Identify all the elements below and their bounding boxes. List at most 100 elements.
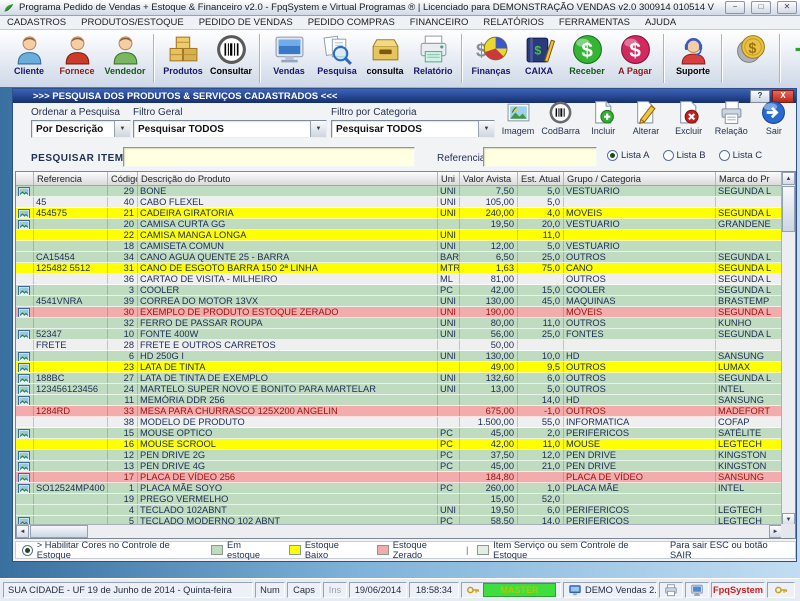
toolbar-button-consulta[interactable]: consulta bbox=[361, 32, 409, 78]
toolbar-button-apagar[interactable]: $A Pagar bbox=[611, 32, 659, 78]
cell-est: 5,0 bbox=[518, 241, 564, 251]
toolbar-button-pesquisa[interactable]: Pesquisa bbox=[313, 32, 361, 78]
search-input[interactable] bbox=[123, 147, 415, 167]
table-row[interactable]: 20CAMISA CURTA GG19,5020,0VESTUARIOGRAND… bbox=[16, 219, 782, 230]
table-row[interactable]: CA1545434CANO AGUA QUENTE 25 - BARRABAR6… bbox=[16, 252, 782, 263]
radio-lista-b[interactable]: Lista B bbox=[663, 150, 706, 161]
table-row[interactable]: 11MEMÓRIA DDR 25614,0HDSANSUNG bbox=[16, 395, 782, 406]
vertical-scrollbar[interactable]: ▲ ▼ bbox=[781, 172, 795, 526]
table-row[interactable]: 18CAMISETA COMUNUNI12,005,0VESTUARIO bbox=[16, 241, 782, 252]
table-row[interactable]: 15MOUSE OPTICOPC45,002,0PERIFÉRICOSSATÉL… bbox=[16, 428, 782, 439]
table-row[interactable]: 188BC27LATA DE TINTA DE EXEMPLOUNI132,60… bbox=[16, 373, 782, 384]
table-row[interactable]: 16MOUSE SCROOLPC42,0011,0MOUSELEGTECH bbox=[16, 439, 782, 450]
cell-descricao: PEN DRIVE 4G bbox=[138, 461, 438, 471]
toolbar-button-vendedor[interactable]: Vendedor bbox=[101, 32, 149, 78]
toolbar-button-moedas[interactable]: $ bbox=[727, 32, 775, 78]
menu-item-financeiro[interactable]: FINANCEIRO bbox=[410, 17, 469, 28]
menu-item-produtos-estoque[interactable]: PRODUTOS/ESTOQUE bbox=[81, 17, 184, 28]
table-row[interactable]: 3COOLERPC42,0015,0COOLERSEGUNDA L bbox=[16, 285, 782, 296]
toolbar-button-receber[interactable]: $Receber bbox=[563, 32, 611, 78]
table-row[interactable]: 6HD 250G IUNI130,0010,0HDSANSUNG bbox=[16, 351, 782, 362]
toolbar-button-sair[interactable]: EXIT bbox=[785, 32, 800, 78]
column-header-marca-do-pr[interactable]: Marca do Pr bbox=[716, 172, 782, 185]
table-row[interactable]: 30EXEMPLO DE PRODUTO ESTOQUE ZERADOUNI19… bbox=[16, 307, 782, 318]
table-row[interactable]: 125482 551231CANO DE ESGOTO BARRA 150 2ª… bbox=[16, 263, 782, 274]
menu-item-ferramentas[interactable]: FERRAMENTAS bbox=[559, 17, 630, 28]
scroll-left-button[interactable]: ◄ bbox=[16, 525, 29, 538]
enable-colors-toggle[interactable]: > Habilitar Cores no Controle de Estoque bbox=[22, 540, 202, 560]
cash-book-icon: $ bbox=[523, 33, 556, 66]
table-row[interactable]: FRETE28FRETE E OUTROS CARRETOS50,00 bbox=[16, 340, 782, 351]
table-row[interactable]: 45457521CADEIRA GIRATORIAUNI240,004,0MOV… bbox=[16, 208, 782, 219]
legend-swatch bbox=[289, 545, 301, 555]
table-row[interactable]: 5234710FONTE 400WUNI56,0025,0FONTESSEGUN… bbox=[16, 329, 782, 340]
action-button-excluir[interactable]: Excluir bbox=[668, 100, 710, 136]
restore-button[interactable]: □ bbox=[751, 1, 771, 14]
column-header-est-atual[interactable]: Est. Atual bbox=[518, 172, 564, 185]
column-header-icon[interactable] bbox=[16, 172, 34, 185]
toolbar-button-financas[interactable]: $Finanças bbox=[467, 32, 515, 78]
menu-item-pedido-compras[interactable]: PEDIDO COMPRAS bbox=[308, 17, 395, 28]
menu-item-pedido-de-vendas[interactable]: PEDIDO DE VENDAS bbox=[199, 17, 293, 28]
cell-uni: UNI bbox=[438, 230, 460, 240]
toolbar-button-vendas[interactable]: Vendas bbox=[265, 32, 313, 78]
toolbar-button-consultar[interactable]: Consultar bbox=[207, 32, 255, 78]
table-row[interactable]: 17PLACA DE VÍDEO 256184,80PLACA DE VÍDEO… bbox=[16, 472, 782, 483]
scroll-up-button[interactable]: ▲ bbox=[782, 172, 795, 185]
horizontal-scrollbar[interactable]: ◄ ► bbox=[16, 524, 782, 538]
table-row[interactable]: 4TECLADO 102ABNTUNI19,506,0PERIFERICOSLE… bbox=[16, 505, 782, 516]
table-row[interactable]: 12345612345624MARTELO SUPER NOVO E BONIT… bbox=[16, 384, 782, 395]
table-row[interactable]: 12PEN DRIVE 2GPC37,5012,0PEN DRIVEKINGST… bbox=[16, 450, 782, 461]
action-button-imagem[interactable]: Imagem bbox=[497, 100, 539, 136]
column-header-descri-o-do-produto[interactable]: Descrição do Produto bbox=[138, 172, 438, 185]
cell-valor: 45,00 bbox=[460, 461, 518, 471]
cell-marca: GRANDENE bbox=[716, 219, 782, 229]
toolbar-button-relatorio[interactable]: Relatório bbox=[409, 32, 457, 78]
menu-item-cadastros[interactable]: CADASTROS bbox=[7, 17, 66, 28]
row-photo-icon bbox=[18, 374, 30, 384]
minimize-button[interactable]: − bbox=[725, 1, 745, 14]
table-row[interactable]: 22CAMISA MANGA LONGAUNI11,0 bbox=[16, 230, 782, 241]
cell-descricao: PLACA MÃE SOYO bbox=[138, 483, 438, 493]
cell-icon bbox=[16, 428, 34, 438]
horizontal-scroll-thumb[interactable] bbox=[30, 525, 88, 538]
radio-lista-a[interactable]: Lista A bbox=[607, 150, 650, 161]
general-filter-select[interactable]: Pesquisar TODOS ▼ bbox=[133, 120, 327, 138]
table-row[interactable]: SO12524MP4001PLACA MÃE SOYOPC260,001,0PL… bbox=[16, 483, 782, 494]
table-row[interactable]: 23LATA DE TINTA49,009,5OUTROSLUMAX bbox=[16, 362, 782, 373]
table-row[interactable]: 4541VNRA39CORREA DO MOTOR 13VXUNI130,004… bbox=[16, 296, 782, 307]
action-button-codbarra[interactable]: CodBarra bbox=[540, 100, 582, 136]
action-button-alterar[interactable]: Alterar bbox=[625, 100, 667, 136]
table-row[interactable]: 13PEN DRIVE 4GPC45,0021,0PEN DRIVEKINGST… bbox=[16, 461, 782, 472]
vertical-scroll-thumb[interactable] bbox=[782, 186, 795, 232]
table-row[interactable]: 4540CABO FLEXELUNI105,005,0 bbox=[16, 197, 782, 208]
action-button-incluir[interactable]: Incluir bbox=[582, 100, 624, 136]
table-row[interactable]: 1284RD33MESA PARA CHURRASCO 125X200 ANGE… bbox=[16, 406, 782, 417]
menu-item-ajuda[interactable]: AJUDA bbox=[645, 17, 676, 28]
toolbar-button-suporte[interactable]: Suporte bbox=[669, 32, 717, 78]
table-row[interactable]: 19PREGO VERMELHO15,0052,0 bbox=[16, 494, 782, 505]
column-header-c-digo[interactable]: Código bbox=[108, 172, 138, 185]
action-button-sair[interactable]: Sair bbox=[753, 100, 795, 136]
table-row[interactable]: 29BONEUNI7,505,0VESTUARIOSEGUNDA L bbox=[16, 186, 782, 197]
radio-lista-c[interactable]: Lista C bbox=[719, 150, 763, 161]
column-header-valor-avista[interactable]: Valor Avista bbox=[460, 172, 518, 185]
toolbar-button-fornecedor[interactable]: Fornece bbox=[53, 32, 101, 78]
column-header-referencia[interactable]: Referencia bbox=[34, 172, 108, 185]
menu-item-relat-rios[interactable]: RELATÓRIOS bbox=[483, 17, 544, 28]
order-filter-select[interactable]: Por Descrição ▼ bbox=[31, 120, 131, 138]
table-row[interactable]: 36CARTAO DE VISITA - MILHEIROML81,00OUTR… bbox=[16, 274, 782, 285]
cell-descricao: MOUSE SCROOL bbox=[138, 439, 438, 449]
column-header-uni[interactable]: Uni bbox=[438, 172, 460, 185]
toolbar-button-produtos[interactable]: Produtos bbox=[159, 32, 207, 78]
action-button-relacao[interactable]: Relação bbox=[710, 100, 752, 136]
toolbar-button-cliente[interactable]: Cliente bbox=[5, 32, 53, 78]
table-row[interactable]: 38MODELO DE PRODUTO1.500,0055,0INFORMATI… bbox=[16, 417, 782, 428]
referencia-input[interactable] bbox=[483, 147, 597, 167]
category-filter-select[interactable]: Pesquisar TODOS ▼ bbox=[331, 120, 495, 138]
close-button[interactable]: ✕ bbox=[777, 1, 797, 14]
toolbar-button-caixa[interactable]: $CAIXA bbox=[515, 32, 563, 78]
column-header-grupo-categoria[interactable]: Grupo / Categoria bbox=[564, 172, 716, 185]
table-row[interactable]: 32FERRO DE PASSAR ROUPAUNI80,0011,0OUTRO… bbox=[16, 318, 782, 329]
cell-marca bbox=[716, 340, 782, 350]
